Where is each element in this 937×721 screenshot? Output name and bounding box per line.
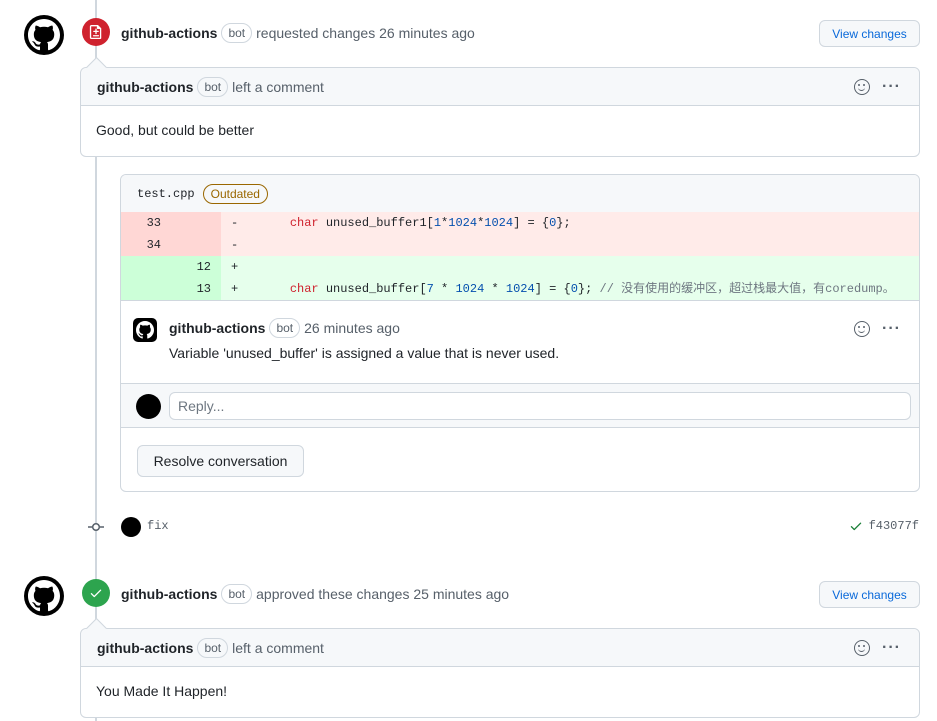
inline-comment-header: github-actions bot 26 minutes ago bbox=[169, 317, 919, 339]
review-action-text: requested changes 26 minutes ago bbox=[256, 25, 475, 41]
diff-line: 13 + char unused_buffer[7 * 1024 * 1024]… bbox=[121, 278, 919, 300]
reply-row bbox=[121, 383, 919, 428]
add-reaction-icon[interactable] bbox=[854, 639, 871, 656]
file-header: test.cpp Outdated bbox=[121, 175, 919, 212]
author-avatar[interactable] bbox=[133, 318, 157, 342]
author-link[interactable]: github-actions bbox=[121, 586, 217, 602]
diff-line: 33 - char unused_buffer1[1*1024*1024] = … bbox=[121, 212, 919, 234]
diff-line: 34 - bbox=[121, 234, 919, 256]
reply-input[interactable] bbox=[169, 392, 911, 420]
comment-body: Good, but could be better bbox=[96, 122, 254, 138]
diff-sign: - bbox=[221, 212, 261, 234]
new-line-number: 12 bbox=[171, 256, 221, 278]
author-avatar[interactable] bbox=[24, 15, 64, 55]
add-reaction-icon[interactable] bbox=[854, 321, 871, 337]
more-options-icon[interactable]: ··· bbox=[882, 78, 901, 94]
bot-label: bot bbox=[269, 318, 301, 338]
comment-header: github-actions bot left a comment ··· bbox=[81, 68, 919, 106]
inline-comment-body: Variable 'unused_buffer' is assigned a v… bbox=[169, 345, 560, 361]
author-link[interactable]: github-actions bbox=[121, 25, 217, 41]
comment-body: You Made It Happen! bbox=[96, 683, 228, 699]
view-changes-button[interactable]: View changes bbox=[819, 581, 920, 608]
diff-sign: + bbox=[221, 278, 261, 300]
review-event-header: github-actions bot requested changes 26 … bbox=[121, 21, 475, 45]
changes-requested-badge bbox=[82, 18, 110, 46]
git-commit-icon bbox=[88, 522, 104, 532]
github-logo-icon bbox=[28, 580, 60, 612]
inline-comment: github-actions bot 26 minutes ago Variab… bbox=[121, 300, 919, 383]
review-action-text: approved these changes 25 minutes ago bbox=[256, 586, 510, 602]
old-line-number: 34 bbox=[121, 234, 171, 256]
outdated-label: Outdated bbox=[202, 183, 268, 204]
github-logo-icon bbox=[136, 321, 154, 339]
check-icon[interactable] bbox=[849, 519, 863, 533]
comment-timestamp[interactable]: 26 minutes ago bbox=[304, 320, 400, 336]
bot-label: bot bbox=[197, 637, 229, 658]
bot-label: bot bbox=[221, 23, 253, 43]
diff-code: char unused_buffer1[1*1024*1024] = {0}; bbox=[261, 212, 919, 234]
file-name[interactable]: test.cpp bbox=[137, 187, 195, 201]
view-changes-button[interactable]: View changes bbox=[819, 20, 920, 47]
commit-message[interactable]: fix bbox=[147, 519, 169, 533]
approved-badge bbox=[82, 579, 110, 607]
diff-code bbox=[261, 256, 919, 278]
more-options-icon[interactable]: ··· bbox=[882, 639, 901, 655]
author-link[interactable]: github-actions bbox=[169, 320, 265, 336]
comment-action-text: left a comment bbox=[232, 639, 324, 656]
bot-label: bot bbox=[197, 76, 229, 97]
resolve-conversation-button[interactable]: Resolve conversation bbox=[137, 445, 304, 477]
diff-code bbox=[261, 234, 919, 256]
diff-line: 12 + bbox=[121, 256, 919, 278]
check-icon bbox=[90, 589, 102, 598]
author-link[interactable]: github-actions bbox=[97, 640, 193, 656]
old-line-number: 33 bbox=[121, 212, 171, 234]
current-user-avatar bbox=[136, 394, 161, 419]
diff-code: char unused_buffer[7 * 1024 * 1024] = {0… bbox=[261, 278, 919, 300]
more-options-icon[interactable]: ··· bbox=[882, 321, 901, 337]
old-line-number bbox=[121, 256, 171, 278]
bot-label: bot bbox=[221, 584, 253, 604]
file-diff-icon bbox=[89, 25, 102, 39]
review-comment: github-actions bot left a comment ··· Go… bbox=[80, 67, 920, 157]
add-reaction-icon[interactable] bbox=[854, 78, 871, 95]
old-line-number bbox=[121, 278, 171, 300]
review-comment: github-actions bot left a comment ··· Yo… bbox=[80, 628, 920, 718]
commit-sha[interactable]: f43077f bbox=[869, 519, 919, 533]
commit-sha-group: f43077f bbox=[849, 519, 919, 533]
review-thread: test.cpp Outdated 33 - char unused_buffe… bbox=[120, 174, 920, 492]
diff-sign: + bbox=[221, 256, 261, 278]
comment-action-text: left a comment bbox=[232, 78, 324, 95]
author-avatar[interactable] bbox=[24, 576, 64, 616]
github-logo-icon bbox=[28, 19, 60, 51]
author-link[interactable]: github-actions bbox=[97, 79, 193, 95]
review-event-header: github-actions bot approved these change… bbox=[121, 582, 509, 606]
new-line-number: 13 bbox=[171, 278, 221, 300]
commit-row: fix f43077f bbox=[0, 516, 937, 538]
new-line-number bbox=[171, 212, 221, 234]
new-line-number bbox=[171, 234, 221, 256]
diff-sign: - bbox=[221, 234, 261, 256]
comment-header: github-actions bot left a comment ··· bbox=[81, 629, 919, 667]
commit-author-avatar[interactable] bbox=[121, 517, 141, 537]
